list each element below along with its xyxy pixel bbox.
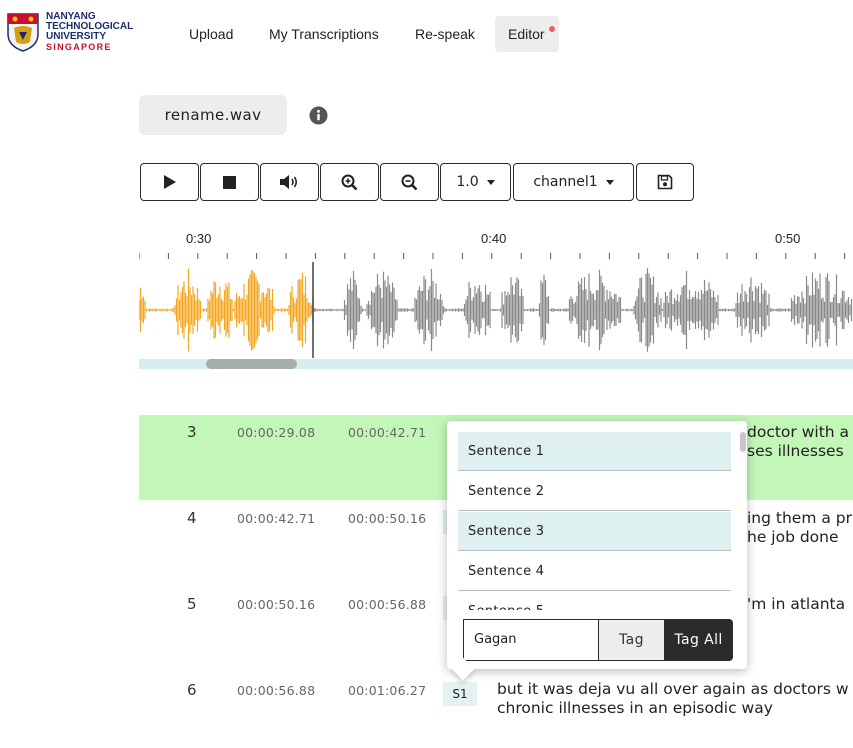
zoom-out-button[interactable] <box>380 163 439 201</box>
nav-editor-label: Editor <box>508 26 545 42</box>
nav-editor[interactable]: Editor <box>495 16 559 52</box>
play-icon <box>163 175 176 189</box>
segment-end-time[interactable]: 00:01:06.27 <box>348 683 426 698</box>
sentence-list[interactable]: Sentence 1 Sentence 2 Sentence 3 Sentenc… <box>458 432 732 610</box>
segment-text-line1[interactable]: but it was deja vu all over again as doc… <box>497 680 849 699</box>
tag-name-input[interactable]: Gagan <box>463 619 599 661</box>
logo-text-line3: UNIVERSITY <box>46 31 107 42</box>
nav-re-speak[interactable]: Re-speak <box>402 16 488 52</box>
waveform-scrollbar-thumb[interactable] <box>206 359 297 369</box>
nav-upload[interactable]: Upload <box>176 16 246 52</box>
sentence-option[interactable]: Sentence 4 <box>458 552 731 591</box>
segment-text-line1[interactable]: ing them a pr <box>747 509 852 528</box>
timeline-label-0-40: 0:40 <box>481 231 507 246</box>
segment-number: 6 <box>187 681 197 699</box>
info-icon[interactable] <box>309 106 328 125</box>
segment-number: 4 <box>187 509 197 527</box>
zoom-in-button[interactable] <box>320 163 379 201</box>
segment-row[interactable]: 6 00:00:56.88 00:01:06.27 S1 but it was … <box>139 673 853 748</box>
ntu-crest-icon <box>7 13 39 52</box>
sentence-option[interactable]: Sentence 5 <box>458 592 731 610</box>
segment-end-time[interactable]: 00:00:56.88 <box>348 597 426 612</box>
tag-button[interactable]: Tag <box>598 619 665 661</box>
stop-button[interactable] <box>200 163 259 201</box>
volume-icon <box>279 175 297 189</box>
segment-text-line2[interactable]: chronic illnesses in an episodic way <box>497 699 773 718</box>
zoom-out-icon <box>401 174 418 190</box>
segment-end-time[interactable]: 00:00:42.71 <box>348 425 426 440</box>
play-button[interactable] <box>140 163 199 201</box>
save-icon <box>657 174 673 190</box>
sentence-option[interactable]: Sentence 2 <box>458 472 731 511</box>
segment-number: 3 <box>187 423 197 441</box>
ntu-logo: NANYANG TECHNOLOGICAL UNIVERSITY SINGAPO… <box>6 12 133 56</box>
segment-start-time[interactable]: 00:00:42.71 <box>237 511 315 526</box>
audio-waveform[interactable] <box>139 262 853 362</box>
speaker-tag[interactable]: S1 <box>443 682 477 706</box>
nav-my-transcriptions[interactable]: My Transcriptions <box>256 16 392 52</box>
stop-icon <box>223 175 236 189</box>
sentence-option[interactable]: Sentence 1 <box>458 432 731 471</box>
chevron-down-icon <box>486 179 495 185</box>
segment-start-time[interactable]: 00:00:56.88 <box>237 683 315 698</box>
segment-start-time[interactable]: 00:00:29.08 <box>237 425 315 440</box>
speed-value: 1.0 <box>456 174 479 190</box>
segment-end-time[interactable]: 00:00:50.16 <box>348 511 426 526</box>
speed-select[interactable]: 1.0 <box>440 163 511 201</box>
logo-text-line4: SINGAPORE <box>46 42 112 52</box>
channel-select[interactable]: channel1 <box>513 163 634 201</box>
timeline-label-0-30: 0:30 <box>186 231 212 246</box>
timeline-label-0-50: 0:50 <box>775 231 801 246</box>
segment-text-line2[interactable]: ses illnesses <box>747 442 844 461</box>
volume-button[interactable] <box>260 163 319 201</box>
sentence-option[interactable]: Sentence 3 <box>458 512 731 551</box>
tag-popup: Sentence 1 Sentence 2 Sentence 3 Sentenc… <box>447 421 747 681</box>
segment-number: 5 <box>187 595 197 613</box>
tag-all-button[interactable]: Tag All <box>664 619 733 661</box>
channel-value: channel1 <box>533 174 598 190</box>
chevron-down-icon <box>605 179 614 185</box>
zoom-in-icon <box>341 174 358 190</box>
save-button[interactable] <box>636 163 694 201</box>
notification-dot <box>549 26 555 32</box>
filename-button[interactable]: rename.wav <box>139 95 287 135</box>
sentence-list-scrollbar[interactable] <box>740 432 746 452</box>
segment-text-line1[interactable]: 'm in atlanta <box>747 595 845 614</box>
segment-text-line2[interactable]: he job done <box>747 528 839 547</box>
segment-start-time[interactable]: 00:00:50.16 <box>237 597 315 612</box>
segment-text-line1[interactable]: doctor with a <box>747 423 849 442</box>
